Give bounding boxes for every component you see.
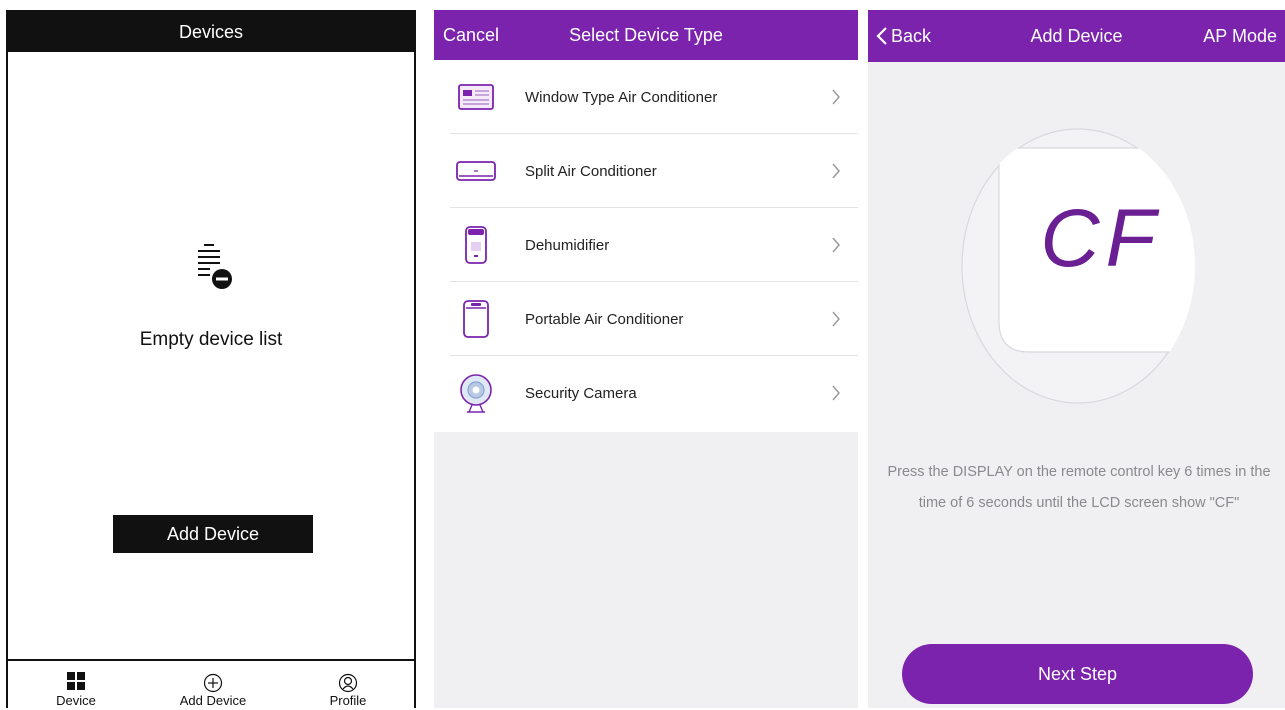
ap-mode-button[interactable]: AP Mode: [1203, 10, 1277, 62]
grid-icon: [67, 672, 85, 690]
select-device-type-screen: Select Device Type Cancel Window Type Ai…: [434, 10, 858, 708]
device-type-item-portable-ac[interactable]: Portable Air Conditioner: [434, 282, 858, 356]
dehumidifier-icon: [465, 226, 487, 264]
tab-device[interactable]: Device: [46, 661, 106, 710]
page-title: Devices: [178, 21, 244, 42]
tab-bar: Device Add Device Profile: [8, 659, 414, 710]
list-item-label: Portable Air Conditioner: [525, 310, 684, 328]
tab-device-label: Device: [56, 693, 96, 708]
device-type-item-window-ac[interactable]: Window Type Air Conditioner: [434, 60, 858, 134]
chevron-left-icon: [876, 27, 887, 45]
empty-state-text: Empty device list: [139, 329, 283, 350]
empty-list-icon: [198, 244, 232, 289]
window-ac-icon: [458, 84, 494, 110]
chevron-right-icon: [832, 237, 840, 253]
plus-circle-icon: [203, 673, 223, 693]
devices-screen: Devices Empty device list Add Device Dev…: [6, 10, 416, 710]
camera-icon: [460, 374, 492, 413]
tab-profile[interactable]: Profile: [318, 661, 378, 710]
tab-profile-label: Profile: [329, 693, 367, 708]
add-device-button[interactable]: Add Device: [113, 515, 313, 553]
chevron-right-icon: [832, 163, 840, 179]
instruction-text: Press the DISPLAY on the remote control …: [887, 464, 1271, 511]
back-button[interactable]: Back: [876, 10, 931, 62]
add-device-header: Add Device Back AP Mode: [868, 10, 1285, 62]
device-type-item-security-camera[interactable]: Security Camera: [434, 356, 858, 430]
portable-ac-icon: [463, 300, 489, 338]
list-item-label: Dehumidifier: [525, 236, 610, 254]
list-item-label: Split Air Conditioner: [525, 162, 657, 180]
device-type-item-dehumidifier[interactable]: Dehumidifier: [434, 208, 858, 282]
select-type-header: Select Device Type Cancel: [434, 10, 858, 60]
list-item-label: Window Type Air Conditioner: [525, 88, 718, 106]
chevron-right-icon: [832, 311, 840, 327]
devices-header: Devices: [8, 12, 414, 52]
profile-icon: [338, 673, 358, 693]
device-type-item-split-ac[interactable]: Split Air Conditioner: [434, 134, 858, 208]
list-item-label: Security Camera: [525, 384, 637, 402]
chevron-right-icon: [832, 89, 840, 105]
cancel-button[interactable]: Cancel: [443, 10, 499, 60]
device-type-list: Window Type Air Conditioner Split Air Co…: [434, 60, 858, 432]
lcd-display-text: CF: [1040, 193, 1161, 284]
tab-add-device-label: Add Device: [179, 693, 247, 708]
next-step-button[interactable]: Next Step: [902, 644, 1253, 704]
tab-add-device[interactable]: Add Device: [168, 661, 258, 710]
split-ac-icon: [456, 161, 496, 181]
add-device-screen: Add Device Back AP Mode CF Press the DIS…: [868, 10, 1285, 708]
lcd-illustration: CF: [961, 128, 1195, 404]
back-label: Back: [891, 25, 932, 46]
chevron-right-icon: [832, 385, 840, 401]
